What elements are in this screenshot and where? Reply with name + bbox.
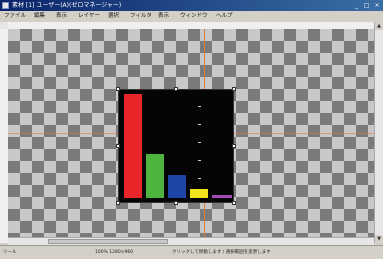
menu-window[interactable]: ウィンドウ [180,11,208,22]
status-middle: 100% 1280×960 [95,250,134,255]
menu-edit[interactable]: 編集 [34,11,45,22]
menu-filter[interactable]: フィルタ [130,11,152,22]
resize-handle-bottom[interactable] [174,201,178,205]
menu-bar: ファイル 編集 表示 レイヤー 選択 フィルタ 表示 ウィンドウ ヘルプ [0,11,383,22]
app-icon [2,2,9,9]
title-bar: 素材 [1] ユーザー(A)(ゼロマネージャー) _ □ × [0,0,383,11]
close-button[interactable]: × [372,0,382,11]
horizontal-scrollbar[interactable] [8,237,374,245]
resize-handle-top[interactable] [174,87,178,91]
status-left: ツール [3,250,17,255]
resize-handle-top-right[interactable] [232,87,236,91]
window-title: 素材 [1] ユーザー(A)(ゼロマネージャー) [12,2,122,9]
maximize-button[interactable]: □ [362,0,371,11]
menu-layer[interactable]: レイヤー [78,11,100,22]
horizontal-scroll-thumb[interactable] [48,239,168,244]
minimize-button[interactable]: _ [352,0,361,11]
resize-handle-left[interactable] [116,144,120,148]
resize-handle-bottom-left[interactable] [116,201,120,205]
bar-red [124,94,142,198]
menu-display[interactable]: 表示 [158,11,169,22]
menu-file[interactable]: ファイル [4,11,26,22]
vertical-scrollbar[interactable]: ▲ ▼ [374,22,383,243]
menu-view[interactable]: 表示 [56,11,67,22]
axis-tick [198,124,201,125]
status-bar: ツール 100% 1280×960 クリックして移動します / 選択範囲を変更し… [0,245,383,259]
bar-yellow [190,189,208,198]
bar-green [146,154,164,198]
resize-handle-top-left[interactable] [116,87,120,91]
axis-tick [198,160,201,161]
resize-handle-bottom-right[interactable] [232,201,236,205]
axis-tick [198,106,201,107]
bar-purple [212,195,232,198]
axis-tick [198,178,201,179]
bar-chart-image[interactable] [118,89,234,203]
bar-blue [168,175,186,198]
axis-tick [198,142,201,143]
menu-select[interactable]: 選択 [108,11,119,22]
ruler-corner [0,22,8,29]
status-right: クリックして移動します / 選択範囲を変更します [172,250,271,255]
app-window: 素材 [1] ユーザー(A)(ゼロマネージャー) _ □ × ファイル 編集 表… [0,0,383,259]
menu-help[interactable]: ヘルプ [216,11,233,22]
scroll-up-icon[interactable]: ▲ [375,22,383,30]
resize-handle-right[interactable] [232,144,236,148]
scroll-down-icon[interactable]: ▼ [375,235,383,243]
